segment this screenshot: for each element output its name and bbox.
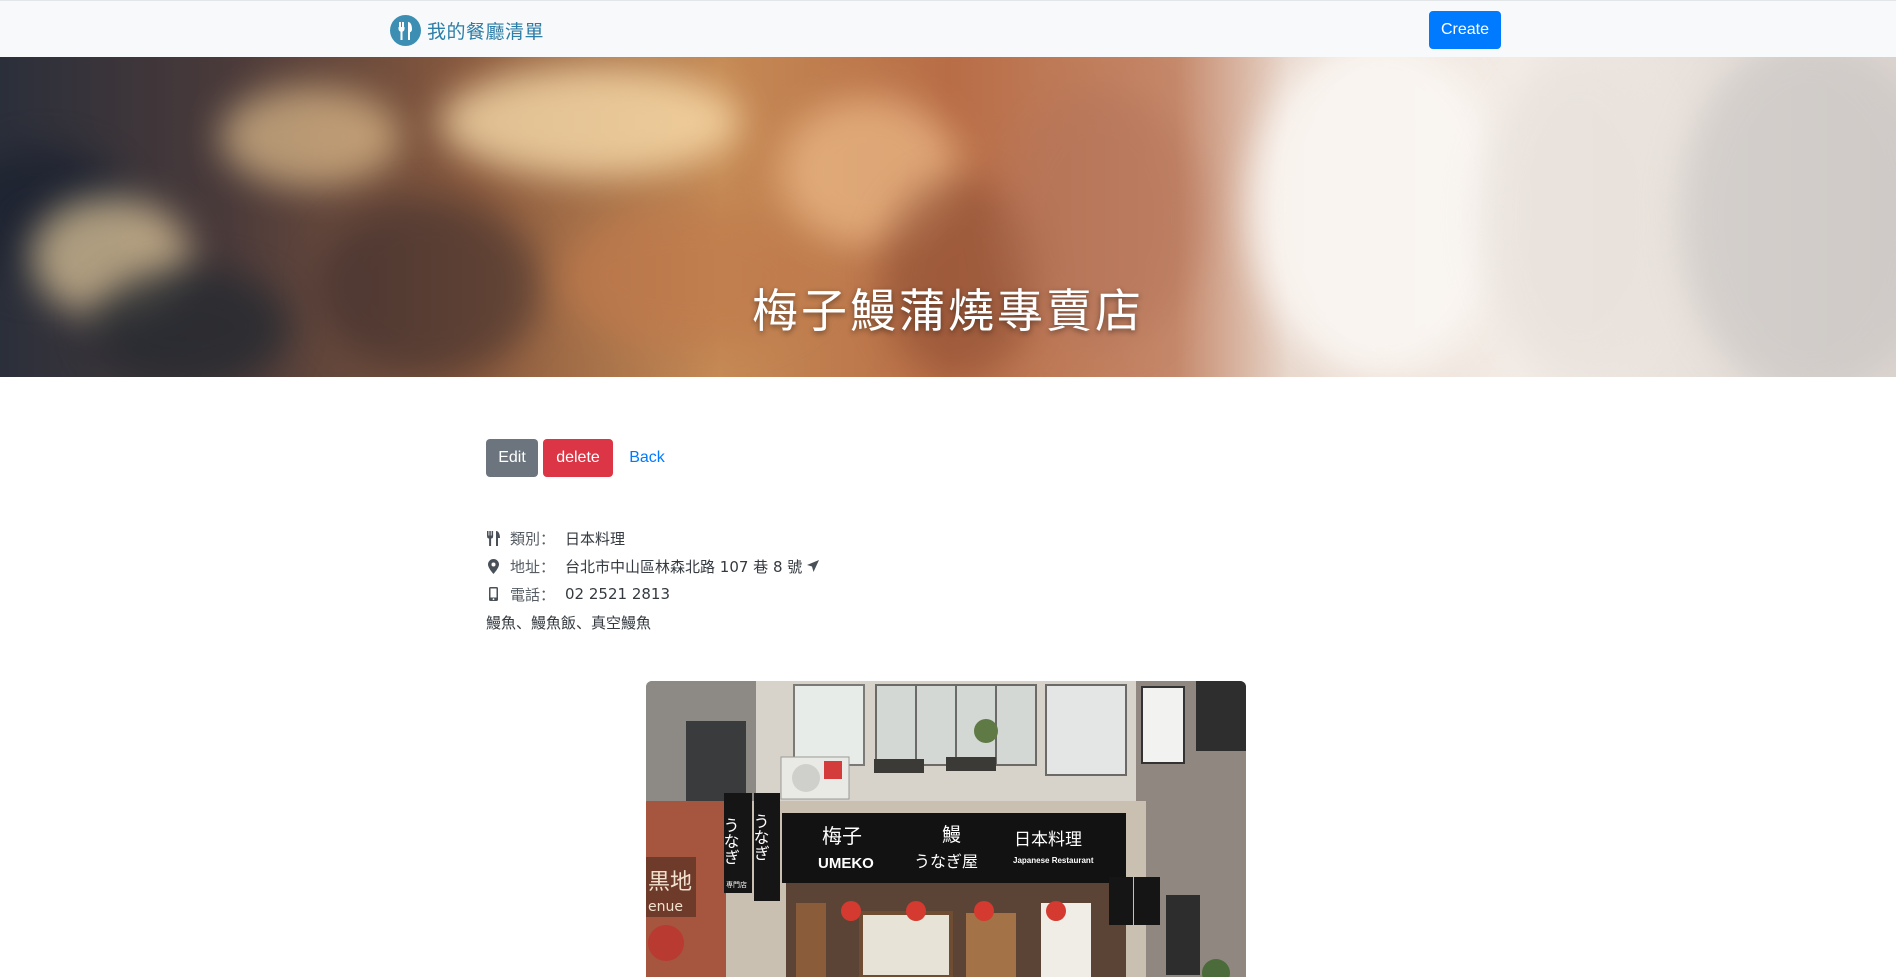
hero-banner: 梅子鰻蒲燒專賣店: [0, 57, 1896, 377]
restaurant-description: 鰻魚、鰻魚飯、真空鰻魚: [486, 613, 652, 632]
brand-title: 我的餐廳清單: [427, 20, 545, 43]
side-sign-2: うなぎ: [751, 813, 770, 861]
restaurant-info: 類別： 日本料理 地址： 台北市中山區林森北路 107 巷 8 號 電話： 02…: [486, 524, 986, 636]
cuisine-sign-en: Japanese Restaurant: [1013, 856, 1094, 865]
brand-link[interactable]: 我的餐廳清單: [390, 14, 544, 46]
eel-kanji-sign: 鰻: [942, 824, 961, 846]
fork-knife-icon: [390, 14, 421, 46]
category-label: 類別：: [510, 529, 556, 548]
map-marker-icon: [486, 558, 500, 574]
address-label: 地址：: [510, 557, 556, 576]
category-row: 類別： 日本料理: [486, 524, 986, 552]
main-sign-name: 梅子: [822, 824, 862, 848]
address-row: 地址： 台北市中山區林森北路 107 巷 8 號: [486, 552, 986, 580]
phone-value: 02 2521 2813: [565, 585, 670, 603]
delete-button[interactable]: delete: [543, 439, 613, 477]
location-arrow-icon[interactable]: [807, 560, 820, 572]
category-value: 日本料理: [565, 529, 626, 548]
create-button[interactable]: Create: [1429, 11, 1501, 49]
side-sign: うなぎ: [721, 817, 740, 865]
storefront-illustration: 黒地 enue うなぎ うなぎ 専門店 梅子 UMEKO 鰻 うなぎ屋 日本料理…: [646, 681, 1246, 977]
side-sign-small: 専門店: [726, 880, 747, 889]
restaurant-name-heading: 梅子鰻蒲燒專賣店: [752, 284, 1144, 338]
eel-kana-sign: うなぎ屋: [914, 852, 978, 871]
phone-label: 電話：: [510, 585, 556, 604]
address-value: 台北市中山區林森北路 107 巷 8 號: [565, 557, 803, 576]
cuisine-sign: 日本料理: [1014, 830, 1082, 850]
utensils-icon: [486, 530, 500, 546]
restaurant-photo: 黒地 enue うなぎ うなぎ 専門店 梅子 UMEKO 鰻 うなぎ屋 日本料理…: [646, 681, 1246, 977]
navbar: 我的餐廳清單 Create: [0, 0, 1896, 57]
phone-row: 電話： 02 2521 2813: [486, 580, 986, 608]
main-sign-romaji: UMEKO: [818, 855, 874, 872]
edit-button[interactable]: Edit: [486, 439, 538, 477]
left-partial-sign-en: enue: [648, 899, 683, 915]
mobile-icon: [486, 586, 500, 602]
back-link[interactable]: Back: [620, 439, 674, 477]
left-partial-sign: 黒地: [648, 870, 692, 895]
